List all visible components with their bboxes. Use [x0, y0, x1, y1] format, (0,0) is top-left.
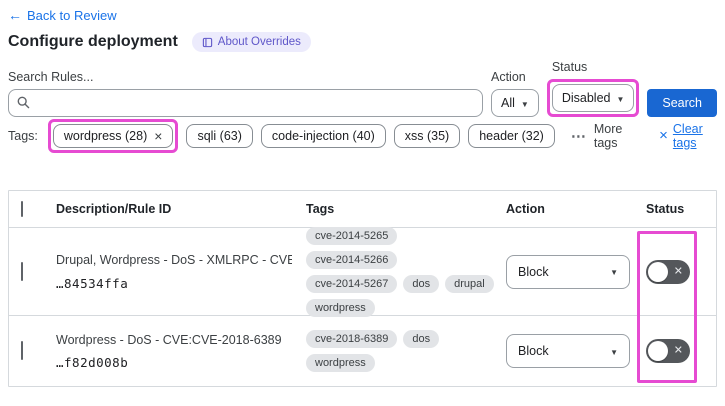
back-arrow-icon: ← — [8, 7, 22, 23]
status-label: Status — [551, 60, 588, 74]
status-annotation-highlight: Disabled ▼ — [546, 79, 640, 117]
toggle-x-icon: ✕ — [673, 265, 683, 277]
rule-tag: dos — [403, 274, 440, 293]
tag-chip-sqli[interactable]: sqli (63) — [186, 123, 253, 148]
status-group: Status Disabled ▼ — [546, 60, 640, 117]
rule-tag: drupal — [445, 274, 494, 293]
remove-tag-icon[interactable]: × — [154, 129, 162, 143]
tag-chip-xss[interactable]: xss (35) — [393, 123, 461, 148]
rule-description: Drupal, Wordpress - DoS - XMLRPC - CVE:C… — [56, 253, 292, 268]
search-icon — [17, 96, 30, 114]
col-description: Description/Rule ID — [56, 202, 172, 216]
tag-chip-header[interactable]: header (32) — [468, 123, 555, 148]
tag-chip-label: header (32) — [479, 128, 544, 143]
tag-chip-label: sqli (63) — [197, 128, 242, 143]
action-dropdown[interactable]: All ▼ — [491, 89, 539, 117]
overrides-doc-icon — [202, 37, 212, 47]
filter-row: Search Rules... Action All ▼ Status Disa… — [8, 60, 717, 117]
back-link[interactable]: ← Back to Review — [8, 7, 117, 23]
row-checkbox[interactable] — [21, 261, 23, 281]
action-group: Action All ▼ — [491, 70, 539, 117]
tags-label: Tags: — [8, 128, 38, 143]
search-rules-input[interactable] — [8, 89, 483, 117]
search-group: Search Rules... — [8, 70, 483, 117]
more-tags-button[interactable]: ⋯ More tags — [571, 122, 635, 150]
title-row: Configure deployment About Overrides — [8, 32, 311, 52]
col-action: Action — [506, 202, 545, 216]
about-overrides-label: About Overrides — [217, 36, 301, 48]
col-tags: Tags — [306, 202, 335, 216]
status-dropdown-value: Disabled — [561, 91, 611, 105]
action-select-value: Block — [518, 344, 549, 358]
action-select[interactable]: Block ▼ — [506, 334, 630, 368]
page-title: Configure deployment — [8, 33, 178, 50]
table-row: Drupal, Wordpress - DoS - XMLRPC - CVE:C… — [9, 226, 716, 317]
tag-chip-code-injection[interactable]: code-injection (40) — [260, 123, 386, 148]
clear-tags-button[interactable]: × Clear tags — [659, 122, 717, 150]
col-status: Status — [646, 202, 685, 216]
status-dropdown[interactable]: Disabled ▼ — [551, 84, 635, 112]
tag-chip-label: xss (35) — [404, 128, 450, 143]
action-select-value: Block — [518, 264, 549, 279]
rule-id: …84534ffa — [56, 275, 129, 291]
tag-chip-label: code-injection (40) — [271, 128, 375, 143]
rule-tags: cve-2014-5265 cve-2014-5266 cve-2014-526… — [306, 226, 494, 317]
ellipsis-icon: ⋯ — [570, 127, 587, 145]
rule-tags: cve-2018-6389 dos wordpress — [306, 330, 494, 372]
rule-tag: dos — [403, 330, 440, 348]
clear-tags-label: Clear tags — [672, 121, 703, 150]
action-select[interactable]: Block ▼ — [506, 254, 630, 289]
rule-tag: wordpress — [306, 354, 375, 372]
toggle-knob — [648, 341, 668, 361]
toggle-knob — [648, 261, 668, 282]
search-rules-label: Search Rules... — [8, 70, 94, 84]
action-select-caret-icon: ▼ — [610, 347, 618, 357]
rule-tag: cve-2014-5266 — [306, 250, 398, 269]
rules-table: Description/Rule ID Tags Action Status D… — [8, 190, 717, 387]
status-caret-icon: ▼ — [616, 94, 625, 104]
action-caret-icon: ▼ — [520, 99, 529, 109]
table-header: Description/Rule ID Tags Action Status — [9, 191, 716, 228]
more-tags-label: More tags — [593, 121, 623, 150]
status-toggle[interactable]: ✕ — [646, 339, 690, 363]
action-dropdown-value: All — [501, 96, 515, 110]
rule-tag: cve-2014-5267 — [306, 274, 398, 293]
rule-description: Wordpress - DoS - CVE:CVE-2018-6389 — [56, 332, 282, 347]
rule-tag: cve-2014-5265 — [306, 226, 398, 245]
about-overrides-badge[interactable]: About Overrides — [191, 32, 311, 52]
search-button[interactable]: Search — [647, 89, 717, 117]
wordpress-tag-annotation-highlight: wordpress (28) × — [47, 118, 179, 153]
action-select-caret-icon: ▼ — [610, 268, 618, 277]
select-all-checkbox[interactable] — [21, 201, 23, 217]
rule-tag: wordpress — [306, 298, 375, 317]
tag-chip-wordpress-label: wordpress (28) — [63, 128, 148, 143]
row-checkbox[interactable] — [21, 341, 23, 360]
action-label: Action — [491, 70, 526, 84]
status-toggle[interactable]: ✕ — [646, 259, 690, 284]
tags-bar: Tags: wordpress (28) × sqli (63) code-in… — [8, 118, 717, 153]
rule-tag: cve-2018-6389 — [306, 330, 398, 348]
back-link-label: Back to Review — [27, 7, 117, 23]
table-row: Wordpress - DoS - CVE:CVE-2018-6389 …f82… — [9, 316, 716, 386]
rule-id: …f82d008b — [56, 355, 129, 371]
toggle-x-icon: ✕ — [673, 344, 683, 357]
tag-chip-wordpress[interactable]: wordpress (28) × — [52, 123, 174, 148]
clear-tags-x-icon: × — [659, 127, 668, 144]
